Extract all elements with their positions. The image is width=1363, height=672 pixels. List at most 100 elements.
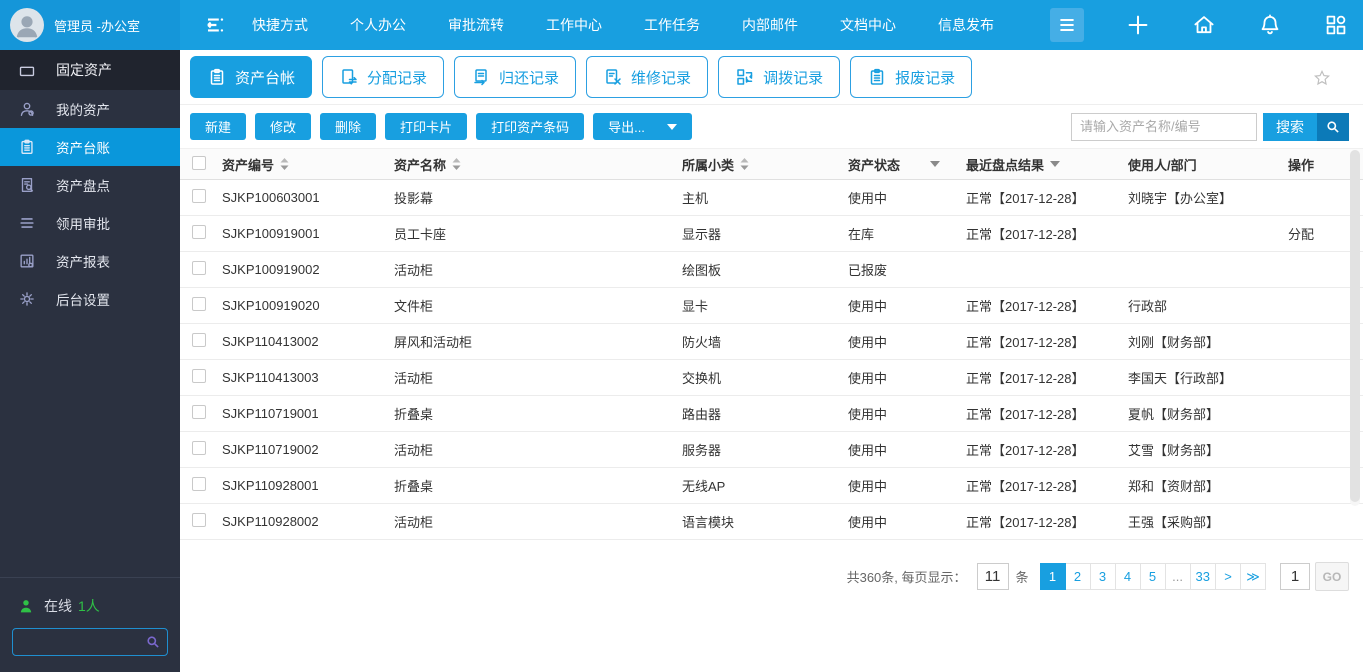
row-checkbox[interactable] (192, 297, 206, 311)
online-count: 1人 (78, 598, 100, 614)
asset-code-cell: SJKP110719002 (222, 442, 319, 457)
page-button[interactable]: 33 (1189, 563, 1216, 590)
table-scrollbar[interactable] (1350, 150, 1360, 506)
tab-transfer[interactable]: 调拨记录 (718, 56, 841, 98)
sort-icon[interactable] (451, 157, 462, 171)
topbar-nav-item[interactable]: 工作中心 (546, 15, 602, 35)
asset-name-cell: 屏风和活动柜 (394, 335, 473, 350)
export-button[interactable]: 导出... (593, 113, 692, 140)
sort-icon[interactable] (279, 157, 290, 171)
page-button[interactable]: 5 (1139, 563, 1166, 590)
status-cell: 使用中 (848, 443, 888, 458)
row-checkbox[interactable] (192, 405, 206, 419)
sidebar-search-icon[interactable] (145, 634, 161, 650)
status-cell: 使用中 (848, 515, 888, 530)
column-header-label: 资产状态 (848, 157, 901, 173)
row-checkbox[interactable] (192, 513, 206, 527)
action-link[interactable]: 分配 (1288, 227, 1314, 242)
pagination: 共360条, 每页显示： 条 12345...33>≫ GO (847, 562, 1349, 591)
category-cell: 防火墙 (682, 335, 722, 350)
nav-list-icon[interactable] (202, 13, 226, 37)
topbar-nav-item[interactable]: 文档中心 (840, 15, 896, 35)
column-header[interactable]: 资产状态 (848, 155, 966, 174)
row-checkbox[interactable] (192, 477, 206, 491)
select-all-checkbox[interactable] (192, 155, 206, 170)
last-page-button[interactable]: ≫ (1240, 563, 1266, 590)
asset-name-cell: 活动柜 (394, 515, 434, 530)
user-dept-cell: 郑和【资财部】 (1128, 479, 1220, 494)
table-row: SJKP110719001 折叠桌 路由器 使用中 正常【2017-12-28】 夏帆【财… (180, 396, 1363, 432)
sort-icon[interactable] (739, 157, 750, 171)
scrollbar-thumb[interactable] (1350, 150, 1360, 502)
tab-doc-swap[interactable]: 分配记录 (322, 56, 445, 98)
row-checkbox[interactable] (192, 369, 206, 383)
toolbar-button[interactable]: 新建 (190, 113, 247, 140)
header-checkbox-cell (192, 155, 222, 173)
go-button[interactable]: GO (1315, 562, 1349, 591)
filter-caret-icon[interactable] (1050, 161, 1061, 167)
row-checkbox[interactable] (192, 225, 206, 239)
sidebar-item-clipboard[interactable]: 资产台账 (0, 128, 180, 166)
row-checkbox[interactable] (192, 441, 206, 455)
sidebar-item-person[interactable]: 我的资产 (0, 90, 180, 128)
bell-icon[interactable] (1258, 13, 1282, 37)
table-row: SJKP100603001 投影幕 主机 使用中 正常【2017-12-28】 刘晓宇【办… (180, 180, 1363, 216)
avatar[interactable] (10, 8, 44, 42)
hamburger-menu-icon[interactable] (1050, 8, 1084, 42)
doc-search-icon (18, 176, 36, 194)
apps-icon[interactable] (1324, 13, 1348, 37)
toolbar-button[interactable]: 删除 (320, 113, 377, 140)
row-checkbox-cell (192, 405, 222, 422)
page-button[interactable]: 1 (1039, 563, 1066, 590)
column-header[interactable]: 资产编号 (222, 155, 394, 174)
toolbar-button[interactable]: 修改 (255, 113, 312, 140)
sidebar-item-layers[interactable]: 领用审批 (0, 204, 180, 242)
asset-table: 资产编号 资产名称 所属小类 资产状态 最近盘点结果 使用人/部门 操作 SJKP10060… (180, 148, 1363, 540)
next-page-button[interactable]: > (1215, 563, 1241, 590)
check-result-cell: 正常【2017-12-28】 (966, 515, 1085, 530)
topbar-nav-item[interactable]: 工作任务 (644, 15, 700, 35)
topbar-nav-item[interactable]: 审批流转 (448, 15, 504, 35)
category-cell: 绘图板 (682, 263, 722, 278)
check-result-cell: 正常【2017-12-28】 (966, 407, 1085, 422)
page-button[interactable]: 4 (1114, 563, 1141, 590)
check-result-cell: 正常【2017-12-28】 (966, 371, 1085, 386)
favorite-star-icon[interactable] (1313, 69, 1331, 87)
column-header[interactable]: 资产名称 (394, 155, 682, 174)
tab-clipboard[interactable]: 报废记录 (850, 56, 973, 98)
topbar-nav-item[interactable]: 内部邮件 (742, 15, 798, 35)
goto-page-input[interactable] (1280, 563, 1310, 590)
report-icon (18, 252, 36, 270)
plus-icon[interactable] (1126, 13, 1150, 37)
column-header[interactable]: 所属小类 (682, 155, 848, 174)
topbar-nav-item[interactable]: 快捷方式 (252, 15, 308, 35)
tab-clipboard[interactable]: 资产台帐 (190, 56, 313, 98)
sidebar-item-doc-search[interactable]: 资产盘点 (0, 166, 180, 204)
filter-caret-icon[interactable] (930, 161, 941, 167)
asset-search-input[interactable] (1071, 112, 1257, 141)
row-checkbox[interactable] (192, 261, 206, 275)
row-checkbox[interactable] (192, 189, 206, 203)
tab-doc-return[interactable]: 归还记录 (454, 56, 577, 98)
sidebar-section-fixed-assets[interactable]: 固定资产 (0, 50, 180, 90)
tab-doc-repair[interactable]: 维修记录 (586, 56, 709, 98)
search-button[interactable]: 搜索 (1263, 112, 1349, 141)
page-button[interactable]: 2 (1064, 563, 1091, 590)
toolbar-button[interactable]: 打印卡片 (385, 113, 468, 140)
home-icon[interactable] (1192, 13, 1216, 37)
column-header[interactable]: 最近盘点结果 (966, 155, 1128, 174)
page-button[interactable]: 3 (1089, 563, 1116, 590)
topbar-user-area[interactable]: 管理员 -办公室 (0, 0, 180, 50)
topbar-nav-item[interactable]: 信息发布 (938, 15, 994, 35)
per-page-input[interactable] (976, 563, 1009, 590)
asset-code-cell: SJKP100919020 (222, 298, 320, 313)
topbar-nav-item[interactable]: 个人办公 (350, 15, 406, 35)
check-result-cell: 正常【2017-12-28】 (966, 299, 1085, 314)
sidebar-item-report[interactable]: 资产报表 (0, 242, 180, 280)
sidebar-item-gear[interactable]: 后台设置 (0, 280, 180, 318)
row-checkbox[interactable] (192, 333, 206, 347)
toolbar-button[interactable]: 打印资产条码 (476, 113, 585, 140)
row-checkbox-cell (192, 189, 222, 206)
table-header-row: 资产编号 资产名称 所属小类 资产状态 最近盘点结果 使用人/部门 操作 (180, 148, 1363, 180)
asset-name-cell: 折叠桌 (394, 479, 434, 494)
